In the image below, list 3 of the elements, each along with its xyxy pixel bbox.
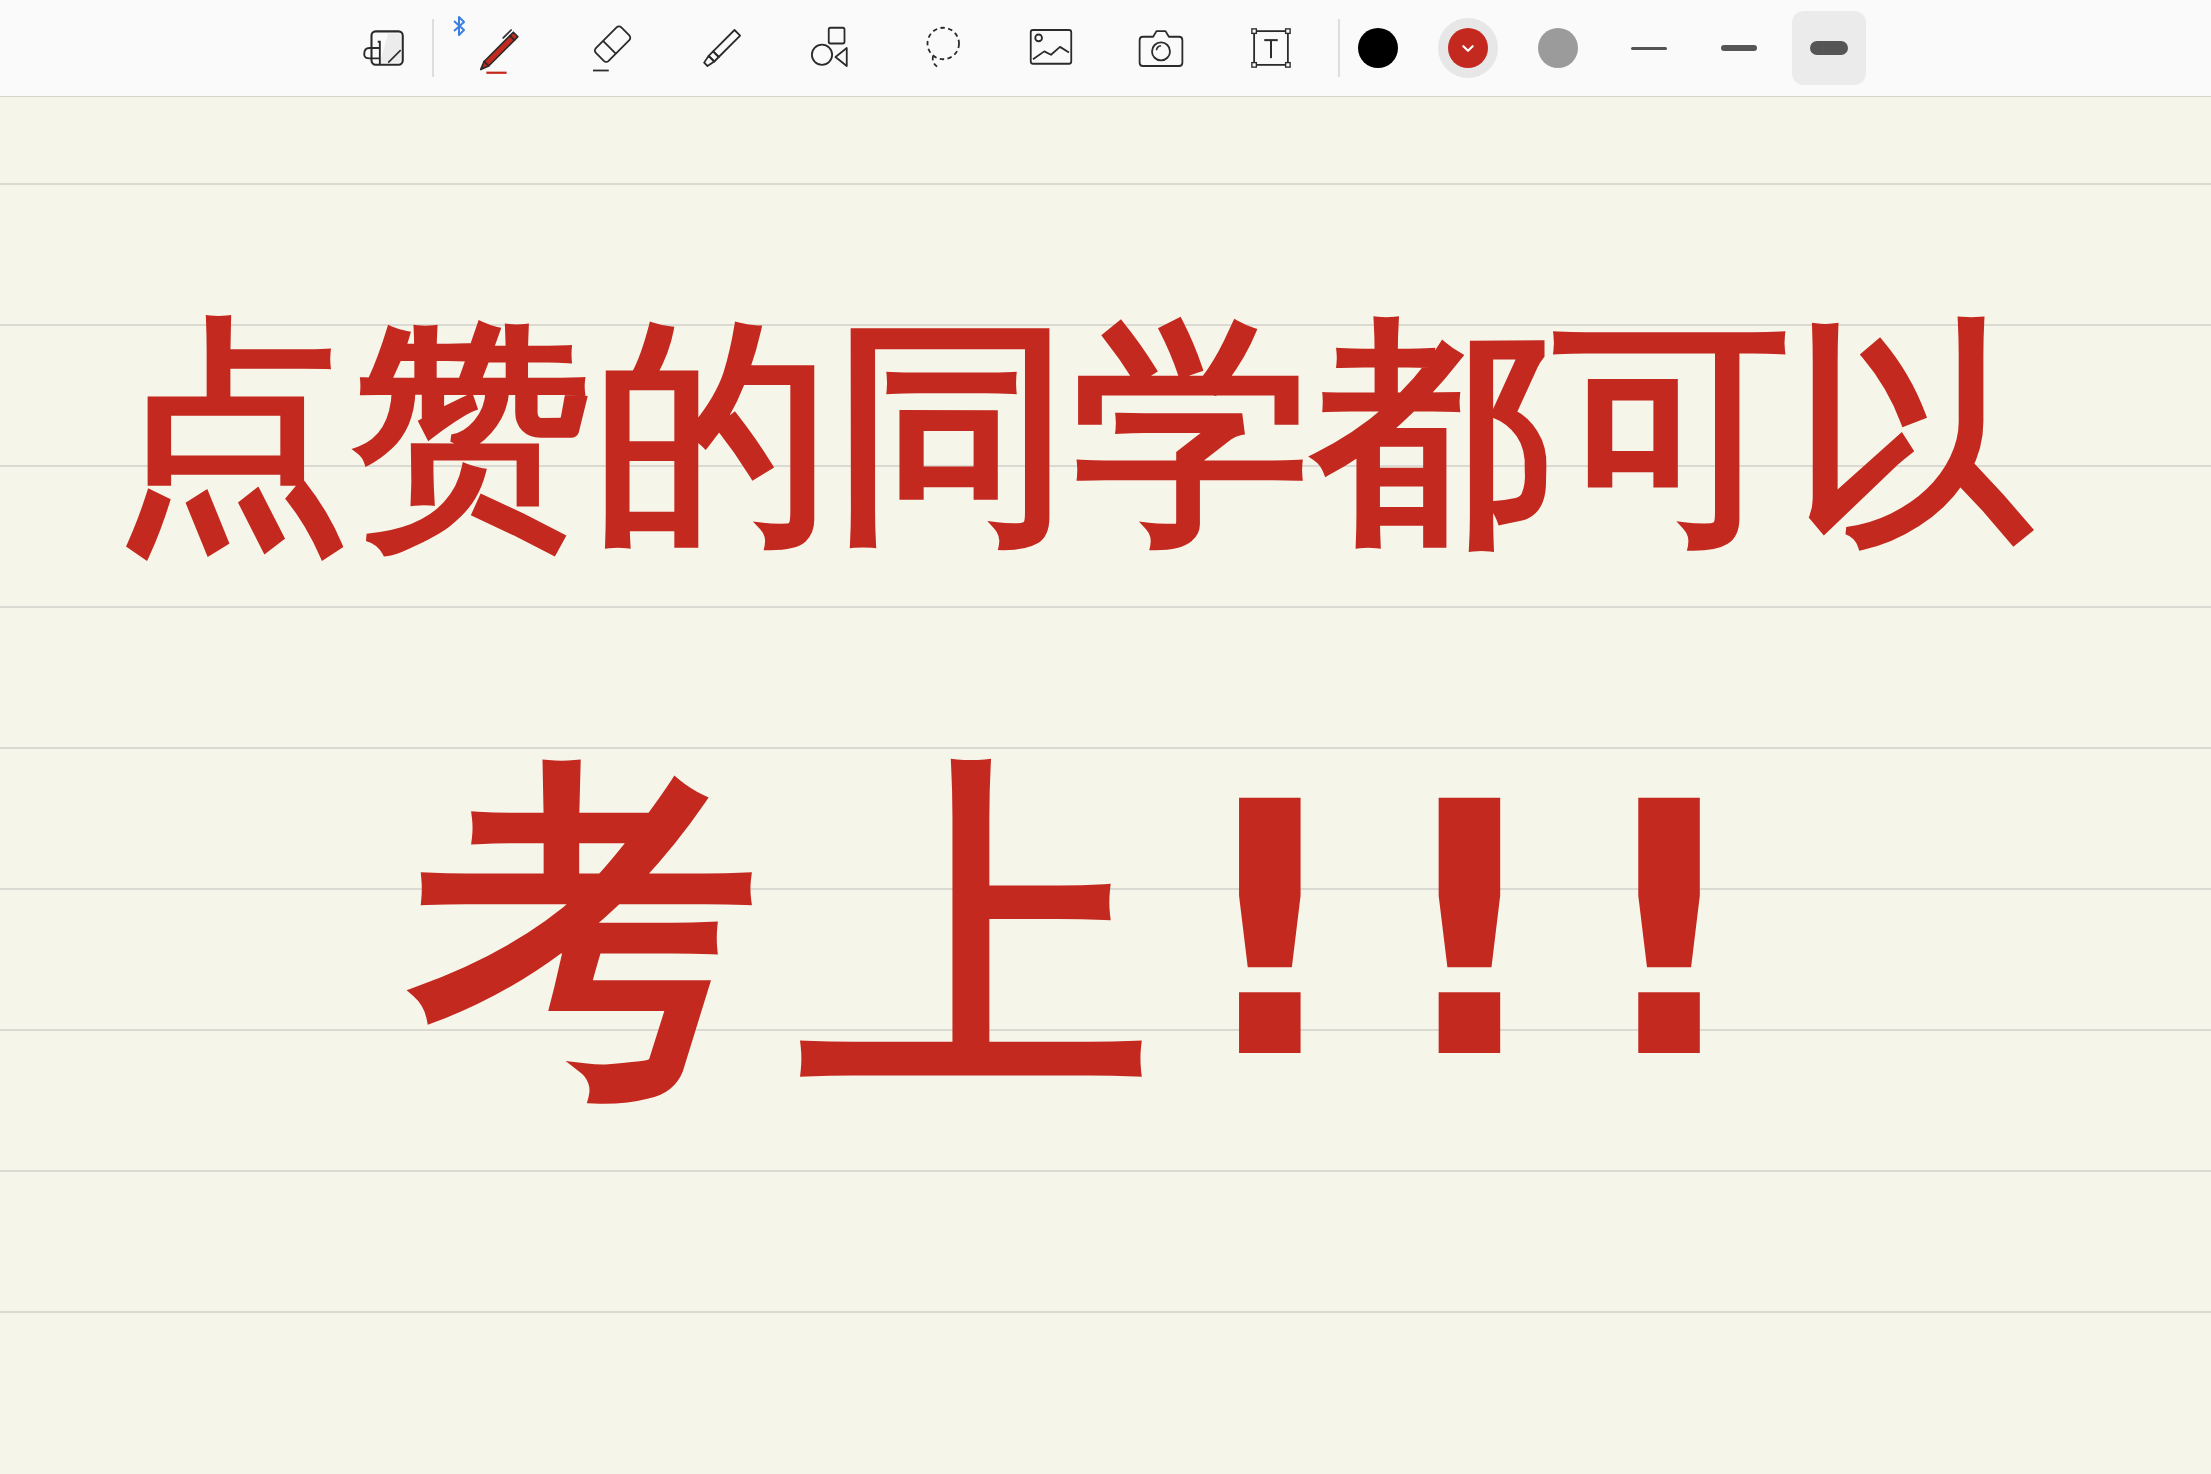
chevron-down-icon — [1461, 44, 1474, 52]
handwritten-text: 点赞的同学都可以 — [113, 309, 2033, 559]
line-width-button[interactable] — [1791, 11, 1866, 85]
